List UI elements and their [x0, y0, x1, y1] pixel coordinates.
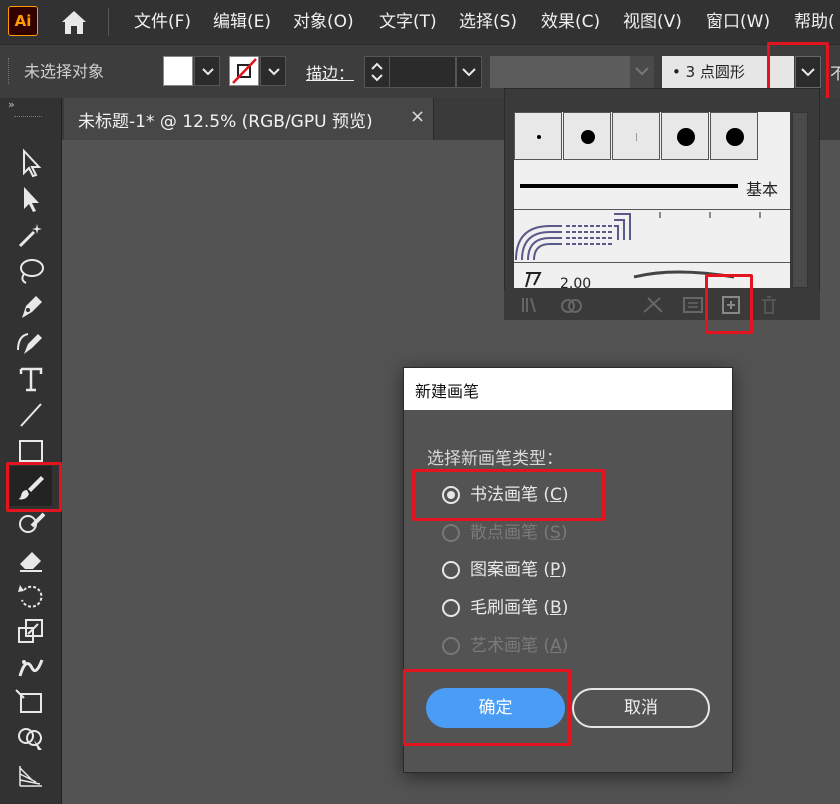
close-tab-icon[interactable]: ×: [410, 106, 425, 127]
truncated-control-text: 不: [830, 64, 840, 83]
fill-dropdown[interactable]: [194, 56, 220, 86]
highlight-new-brush: [705, 274, 753, 334]
brush-dot-large[interactable]: [661, 112, 709, 160]
chevron-down-icon: [268, 68, 280, 76]
remove-stroke-icon[interactable]: [640, 294, 666, 316]
brush-dot-small[interactable]: [514, 112, 562, 160]
type-tool-icon[interactable]: [14, 364, 48, 394]
menu-file[interactable]: 文件(F): [134, 0, 191, 44]
libraries-icon[interactable]: [558, 294, 584, 316]
chevron-down-icon: [462, 68, 476, 77]
menu-type[interactable]: 文字(T): [379, 0, 437, 44]
menu-effect[interactable]: 效果(C): [541, 0, 600, 44]
app-logo: Ai: [8, 6, 38, 36]
stroke-weight-input[interactable]: [390, 56, 456, 88]
shape-builder-tool-icon[interactable]: [14, 724, 48, 754]
cancel-button[interactable]: 取消: [572, 688, 710, 728]
brush-dot-xlarge[interactable]: [710, 112, 758, 160]
selection-status: 未选择对象: [24, 62, 105, 81]
eraser-tool-icon[interactable]: [14, 544, 48, 574]
stroke-weight-stepper[interactable]: [364, 56, 390, 88]
fill-swatch[interactable]: [163, 56, 193, 86]
pen-tool-icon[interactable]: [14, 292, 48, 322]
brush-list-scrollbar[interactable]: [792, 112, 808, 288]
puppet-warp-tool-icon[interactable]: [14, 652, 48, 682]
radio-art: [442, 637, 460, 655]
radio-pattern[interactable]: [442, 561, 460, 579]
brush-dot-medium[interactable]: [563, 112, 611, 160]
lasso-tool-icon[interactable]: [14, 256, 48, 286]
variable-width-dropdown[interactable]: [630, 56, 654, 88]
highlight-paintbrush-tool: [6, 462, 62, 512]
shaper-tool-icon[interactable]: [14, 508, 48, 538]
stroke-swatch[interactable]: [229, 56, 259, 86]
control-bar-grip[interactable]: [8, 58, 11, 84]
home-icon[interactable]: [58, 8, 90, 36]
menu-select[interactable]: 选择(S): [459, 0, 517, 44]
menu-divider: [108, 8, 109, 36]
basic-brush-label: 基本: [746, 180, 779, 199]
line-tool-icon[interactable]: [14, 400, 48, 430]
rotate-tool-icon[interactable]: [14, 580, 48, 610]
highlight-calligraphic-option: [412, 469, 605, 521]
stroke-color-dropdown[interactable]: [260, 56, 286, 86]
brush-dot-tiny[interactable]: [612, 112, 660, 160]
menu-object[interactable]: 对象(O): [293, 0, 354, 44]
radio-bristle[interactable]: [442, 599, 460, 617]
delete-brush-icon[interactable]: [756, 294, 782, 316]
menu-help[interactable]: 帮助(: [794, 0, 835, 44]
brush-options-icon[interactable]: [680, 294, 706, 316]
stroke-weight-dropdown[interactable]: [456, 56, 482, 88]
free-transform-tool-icon[interactable]: [14, 688, 48, 718]
basic-brush-stroke: [520, 184, 738, 188]
chevron-down-icon: [635, 67, 649, 76]
curvature-tool-icon[interactable]: [14, 328, 48, 358]
brush-library-menu-icon[interactable]: [520, 294, 546, 316]
brush-pattern-row[interactable]: [514, 212, 790, 261]
highlight-ok-button: [403, 669, 571, 746]
stroke-weight-label[interactable]: 描边：: [306, 60, 354, 84]
dialog-title: 新建画笔: [415, 382, 480, 401]
scale-tool-icon[interactable]: [14, 616, 48, 646]
menu-view[interactable]: 视图(V): [623, 0, 682, 44]
menu-window[interactable]: 窗口(W): [706, 0, 770, 44]
radio-scatter: [442, 524, 460, 542]
tools-panel-grip[interactable]: [14, 116, 42, 119]
selection-tool-icon[interactable]: [14, 148, 48, 178]
brush-type-prompt: 选择新画笔类型：: [427, 449, 563, 469]
direct-selection-tool-icon[interactable]: [14, 184, 48, 214]
chevron-down-icon: [202, 68, 214, 76]
menu-edit[interactable]: 编辑(E): [213, 0, 271, 44]
document-tab-title[interactable]: 未标题-1* @ 12.5% (RGB/GPU 预览): [78, 107, 373, 132]
magic-wand-tool-icon[interactable]: [14, 220, 48, 250]
perspective-grid-tool-icon[interactable]: [14, 760, 48, 790]
variable-width-profile[interactable]: [490, 56, 630, 88]
collapse-panel-icon[interactable]: »: [8, 98, 15, 111]
